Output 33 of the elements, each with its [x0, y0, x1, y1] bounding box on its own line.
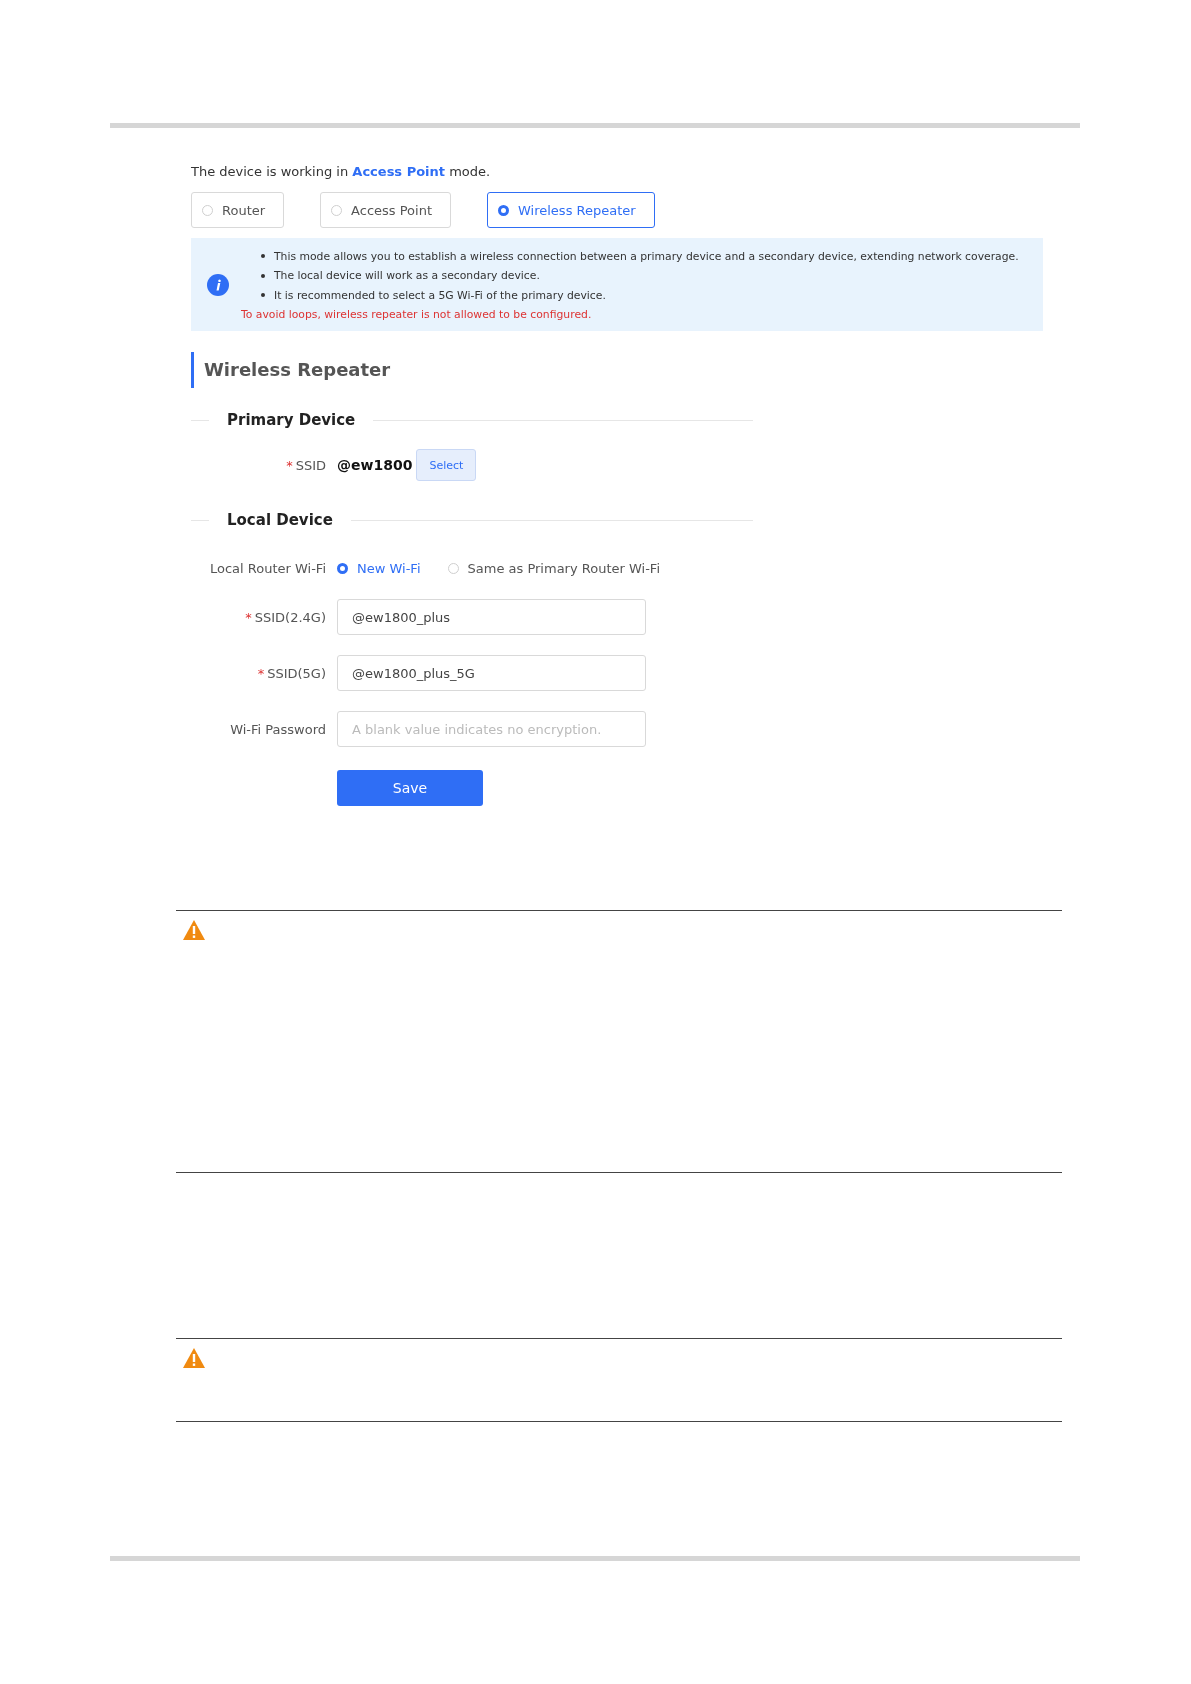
field-label: Wi-Fi Password [230, 721, 326, 737]
required-mark: * [245, 609, 252, 625]
wifi-option[interactable]: New Wi-Fi [337, 560, 421, 576]
warning-text: To avoid loops, wireless repeater is not allowed to be configured. [241, 307, 593, 323]
warning-icon [182, 919, 206, 941]
field-label: Local Router Wi-Fi [209, 560, 326, 576]
field-label: SSID(5G) [267, 665, 326, 681]
bullet-icon [261, 293, 265, 298]
input-field[interactable]: @ew1800_plus_5G [337, 655, 646, 691]
mode-option[interactable]: Access Point [320, 192, 451, 228]
mode-status-text: The device is working in Access Point mode. [191, 164, 492, 181]
save-button[interactable]: Save [337, 770, 483, 806]
info-icon [207, 273, 229, 296]
input-field[interactable]: @ew1800_plus [337, 599, 646, 635]
field-label: SSID(2.4G) [254, 609, 326, 625]
section-title: Wireless Repeater [191, 352, 1051, 388]
group-title: Primary Device [226, 411, 357, 429]
info-text: It is recommended to select a 5G Wi-Fi of the primary device. [274, 287, 606, 304]
bullet-icon [261, 254, 265, 259]
input-field[interactable]: A blank value indicates no encryption. [337, 711, 646, 747]
required-mark: * [257, 665, 265, 681]
mode-option[interactable]: Router [191, 192, 285, 228]
required-mark: * [286, 457, 293, 473]
warning-icon [182, 1347, 206, 1369]
info-text: This mode allows you to establish a wireless connection between a primary device and a secondary device, extending network coverage. [274, 248, 1019, 265]
info-text: The local device will work as a secondary device. [274, 268, 540, 284]
group-title: Local Device [226, 511, 334, 529]
bullet-icon [261, 273, 265, 278]
field-label: SSID [295, 457, 326, 473]
select-button[interactable]: Select [416, 449, 477, 481]
ssid-value: @ew1800 [337, 457, 413, 473]
mode-option[interactable]: Wireless Repeater [487, 192, 655, 228]
wifi-option[interactable]: Same as Primary Router Wi-Fi [447, 560, 660, 576]
